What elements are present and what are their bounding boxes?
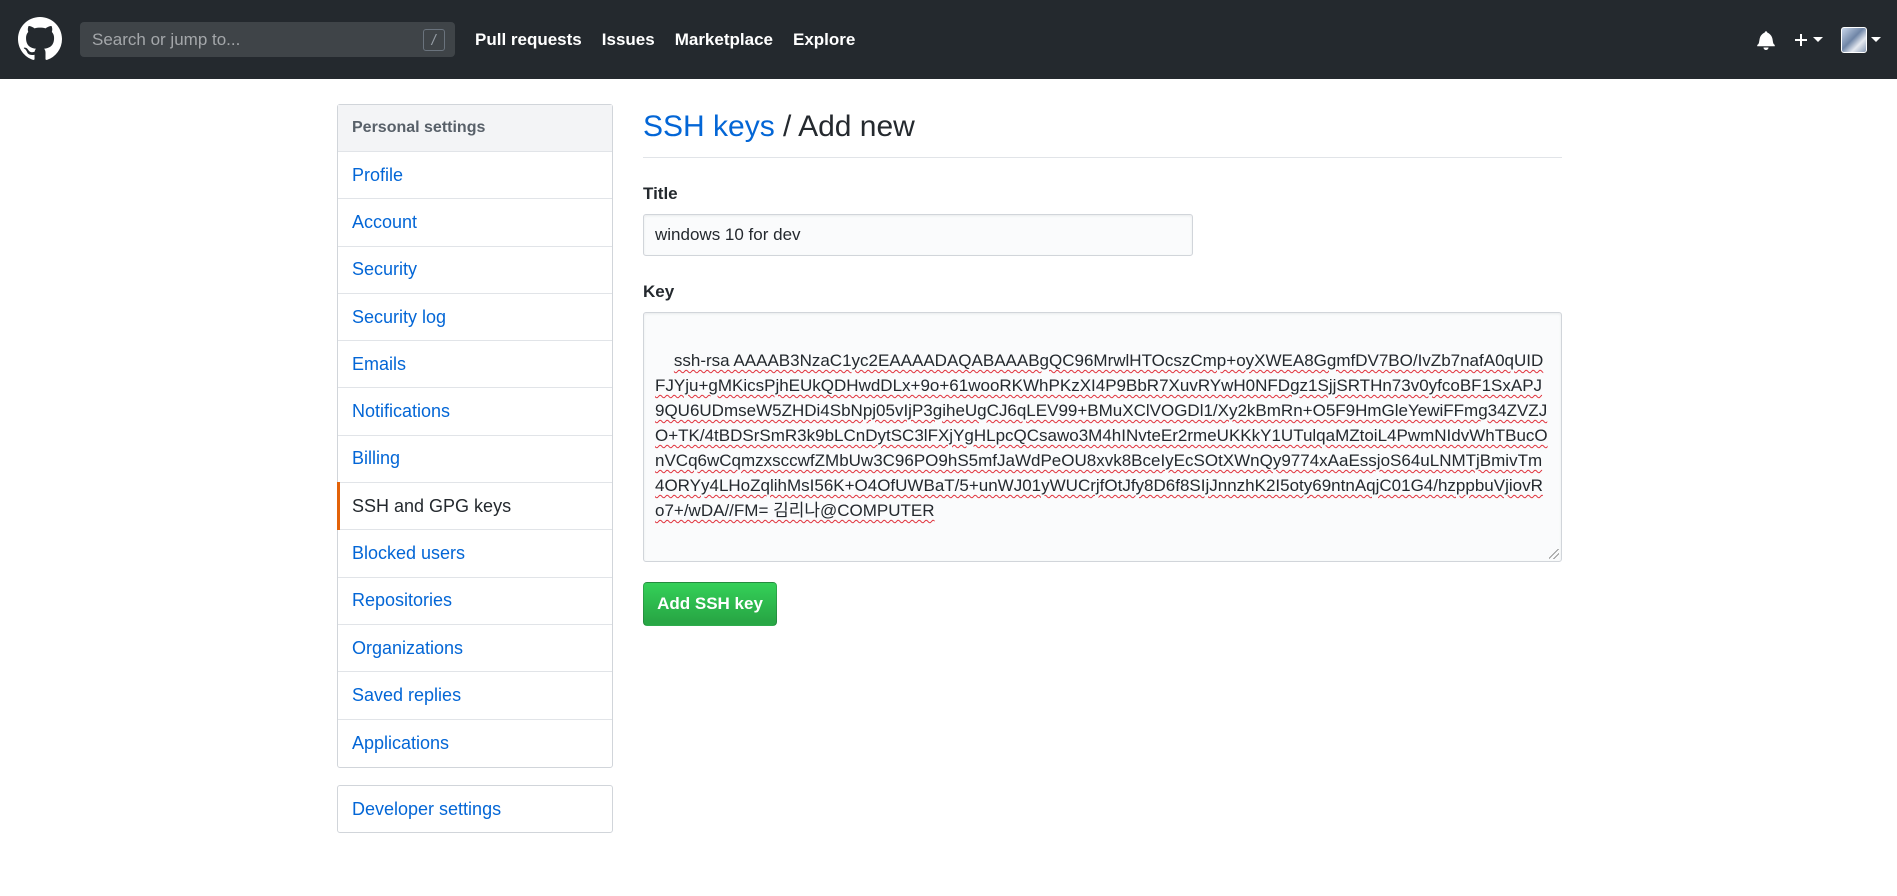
- nav-marketplace[interactable]: Marketplace: [675, 30, 773, 50]
- user-menu-button[interactable]: [1841, 26, 1881, 53]
- plus-icon: [1795, 33, 1807, 46]
- sidebar-item-blocked-users[interactable]: Blocked users: [338, 530, 612, 578]
- sidebar-item-organizations[interactable]: Organizations: [338, 625, 612, 673]
- chevron-down-icon: [1813, 37, 1823, 42]
- sidebar-item-emails[interactable]: Emails: [338, 341, 612, 389]
- key-textarea-value: ssh-rsa AAAAB3NzaC1yc2EAAAADAQABAAABgQC9…: [655, 351, 1548, 520]
- sidebar-item-repositories[interactable]: Repositories: [338, 578, 612, 625]
- sidebar-item-security-log[interactable]: Security log: [338, 294, 612, 342]
- nav-issues[interactable]: Issues: [602, 30, 655, 50]
- nav-explore[interactable]: Explore: [793, 30, 855, 50]
- header-actions: [1757, 0, 1881, 79]
- sidebar-item-notifications[interactable]: Notifications: [338, 388, 612, 436]
- bell-icon: [1757, 30, 1775, 50]
- sidebar-item-account[interactable]: Account: [338, 199, 612, 247]
- sidebar-header: Personal settings: [338, 105, 612, 152]
- github-logo-icon[interactable]: [18, 17, 62, 61]
- key-label: Key: [643, 282, 675, 301]
- title-input[interactable]: [643, 214, 1193, 256]
- add-ssh-key-button[interactable]: Add SSH key: [643, 582, 777, 626]
- search-shortcut-key: /: [423, 29, 445, 51]
- breadcrumb-ssh-keys-link[interactable]: SSH keys: [643, 110, 775, 143]
- create-new-button[interactable]: [1793, 32, 1823, 48]
- search-box[interactable]: /: [80, 22, 455, 57]
- breadcrumb-current: / Add new: [774, 110, 915, 143]
- key-textarea[interactable]: ssh-rsa AAAAB3NzaC1yc2EAAAADAQABAAABgQC9…: [643, 312, 1562, 562]
- sidebar-item-profile[interactable]: Profile: [338, 152, 612, 200]
- sidebar-item-security[interactable]: Security: [338, 247, 612, 294]
- notifications-button[interactable]: [1757, 30, 1775, 50]
- search-input[interactable]: [90, 28, 410, 51]
- nav-pull-requests[interactable]: Pull requests: [475, 30, 582, 50]
- page-title: SSH keys / Add new: [643, 104, 1562, 158]
- top-header: / Pull requests Issues Marketplace Explo…: [0, 0, 1897, 79]
- sidebar-item-billing[interactable]: Billing: [338, 436, 612, 484]
- sidebar-item-ssh-gpg-keys[interactable]: SSH and GPG keys: [337, 482, 612, 531]
- sidebar-item-applications[interactable]: Applications: [338, 720, 612, 767]
- chevron-down-icon: [1871, 37, 1881, 42]
- sidebar-item-saved-replies[interactable]: Saved replies: [338, 672, 612, 720]
- header-nav: Pull requests Issues Marketplace Explore: [475, 0, 855, 79]
- settings-sidebar: Personal settings Profile Account Securi…: [337, 104, 613, 768]
- avatar: [1841, 26, 1867, 53]
- resize-handle-icon[interactable]: [1549, 549, 1559, 559]
- sidebar-item-developer-settings[interactable]: Developer settings: [337, 785, 613, 833]
- main-content: SSH keys / Add new Title Key ssh-rsa AAA…: [643, 104, 1562, 626]
- title-label: Title: [643, 184, 678, 203]
